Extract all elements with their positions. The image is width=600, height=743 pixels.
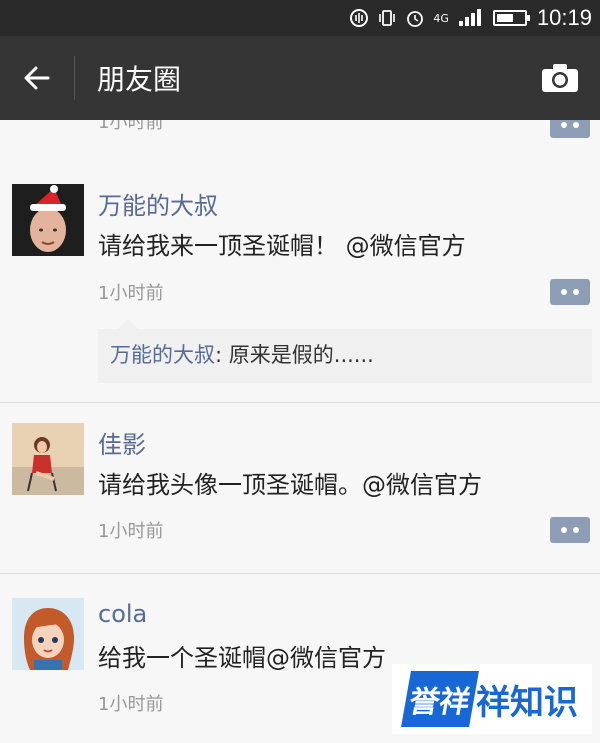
avatar[interactable] xyxy=(12,423,84,495)
comment-button[interactable] xyxy=(550,517,590,543)
battery-icon xyxy=(492,10,530,26)
page-title: 朋友圈 xyxy=(97,63,182,96)
status-bar: 4G 10:19 xyxy=(0,0,600,36)
comment-separator: : xyxy=(215,343,229,367)
watermark-text: 祥知识 xyxy=(476,682,578,723)
comment-box[interactable]: 万能的大叔: 原来是假的...... xyxy=(98,319,592,383)
post-text: 请给我头像一顶圣诞帽。@微信官方 xyxy=(98,471,482,499)
partial-post: 1小时前 xyxy=(0,120,600,165)
signal-icon xyxy=(457,8,485,28)
post-time: 1小时前 xyxy=(98,521,164,542)
watermark: 誉祥 祥知识 xyxy=(392,664,592,734)
post-text: 给我一个圣诞帽@微信官方 xyxy=(98,644,386,672)
post-time: 1小时前 xyxy=(98,694,164,715)
post-item: 万能的大叔 请给我来一顶圣诞帽！ @微信官方 1小时前 万能的大叔: 原来是假的… xyxy=(0,164,600,403)
dot-icon xyxy=(573,289,579,295)
post-time: 1小时前 xyxy=(98,120,164,133)
post-author[interactable]: 万能的大叔 xyxy=(98,186,218,221)
comment-text: 原来是假的...... xyxy=(228,343,374,367)
avatar[interactable] xyxy=(12,184,84,256)
alarm-icon xyxy=(405,8,425,28)
network-type-label: 4G xyxy=(433,11,449,25)
back-button[interactable] xyxy=(0,36,74,120)
arrow-left-icon xyxy=(24,66,50,90)
nav-bar: 朋友圈 xyxy=(0,36,600,120)
comment-button[interactable] xyxy=(550,279,590,305)
post-text: 请给我来一顶圣诞帽！ @微信官方 xyxy=(98,232,466,260)
dot-icon xyxy=(573,527,579,533)
comment-author[interactable]: 万能的大叔 xyxy=(110,343,215,367)
watermark-logo: 誉祥 xyxy=(401,671,479,727)
nfc-icon xyxy=(349,8,369,28)
post-time: 1小时前 xyxy=(98,283,164,304)
post-author[interactable]: 佳影 xyxy=(98,425,146,460)
status-time: 10:19 xyxy=(536,5,592,30)
dot-icon xyxy=(561,527,567,533)
vibrate-icon xyxy=(377,8,397,28)
dot-icon xyxy=(561,289,567,295)
post-author[interactable]: cola xyxy=(98,600,147,628)
status-icons: 4G xyxy=(349,8,530,28)
avatar[interactable] xyxy=(12,598,84,670)
nav-divider xyxy=(74,56,75,100)
camera-icon xyxy=(542,64,578,92)
camera-button[interactable] xyxy=(538,58,582,98)
comment-button[interactable] xyxy=(550,120,590,138)
post-item: 佳影 请给我头像一顶圣诞帽。@微信官方 1小时前 xyxy=(0,403,600,574)
moments-feed[interactable]: 1小时前 万能的大叔 请给我来一顶圣诞帽！ @微信官方 1小时前 万能的大叔: … xyxy=(0,120,600,743)
